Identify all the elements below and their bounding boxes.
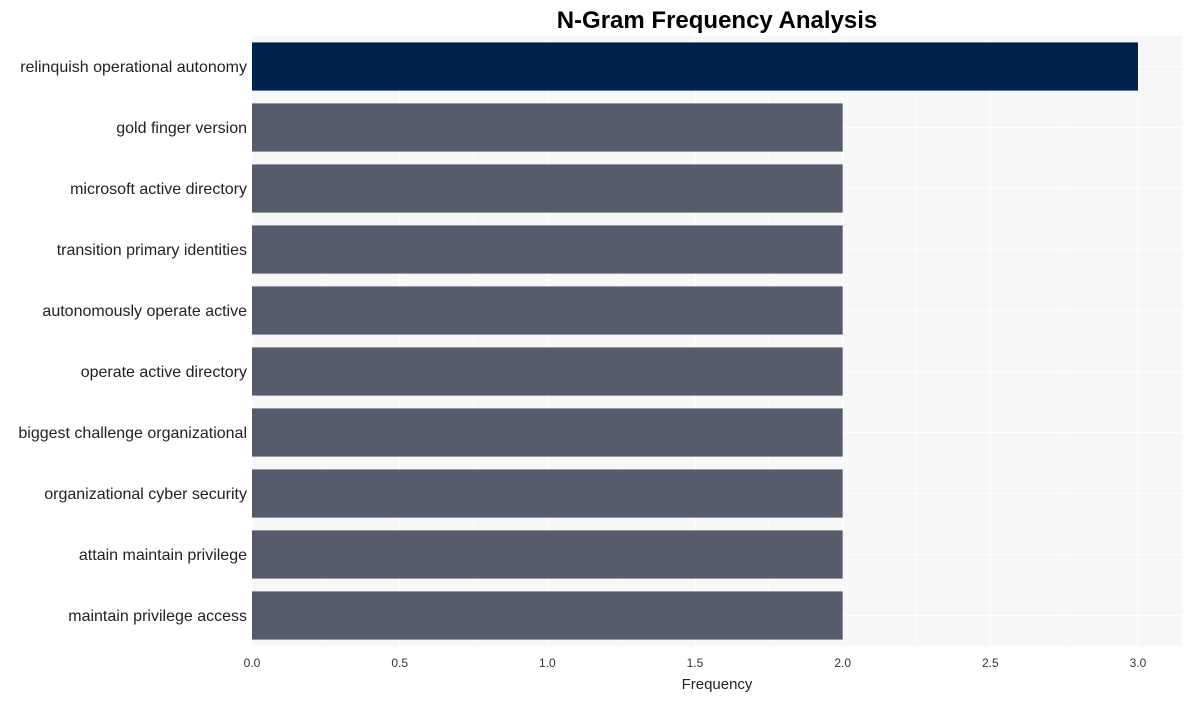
bar-organizational-cyber-security (252, 469, 843, 518)
y-tick-label: relinquish operational autonomy (20, 59, 247, 76)
y-tick-label: biggest challenge organizational (18, 425, 247, 442)
y-tick-label: attain maintain privilege (79, 547, 247, 564)
x-tick-label: 2.5 (982, 656, 999, 670)
x-tick-label: 2.0 (834, 656, 851, 670)
y-tick-label: maintain privilege access (68, 608, 247, 625)
bar-autonomously-operate-active (252, 286, 843, 335)
bar-transition-primary-identities (252, 225, 843, 274)
x-tick-label: 3.0 (1130, 656, 1147, 670)
bar-gold-finger-version (252, 103, 843, 152)
x-axis-ticks: 0.0 0.5 1.0 1.5 2.0 2.5 3.0 (244, 656, 1147, 670)
x-tick-label: 1.5 (687, 656, 704, 670)
y-tick-label: operate active directory (81, 364, 247, 381)
x-tick-label: 0.0 (244, 656, 261, 670)
x-axis-label: Frequency (682, 676, 753, 693)
y-tick-label: microsoft active directory (70, 181, 247, 198)
chart: N-Gram Frequency Analysis relinquish ope… (18, 7, 1182, 693)
bar-operate-active-directory (252, 347, 843, 396)
y-tick-label: gold finger version (116, 120, 247, 137)
y-tick-label: transition primary identities (57, 242, 247, 259)
bar-relinquish-operational-autonomy (252, 42, 1138, 91)
y-tick-label: autonomously operate active (42, 303, 247, 320)
y-tick-label: organizational cyber security (44, 486, 247, 503)
y-axis-labels: relinquish operational autonomy gold fing… (18, 59, 247, 625)
bar-maintain-privilege-access (252, 591, 843, 640)
x-tick-label: 0.5 (391, 656, 408, 670)
x-tick-label: 1.0 (539, 656, 556, 670)
bar-microsoft-active-directory (252, 164, 843, 213)
bar-biggest-challenge-organizational (252, 408, 843, 457)
bar-attain-maintain-privilege (252, 530, 843, 579)
chart-title: N-Gram Frequency Analysis (557, 7, 878, 34)
